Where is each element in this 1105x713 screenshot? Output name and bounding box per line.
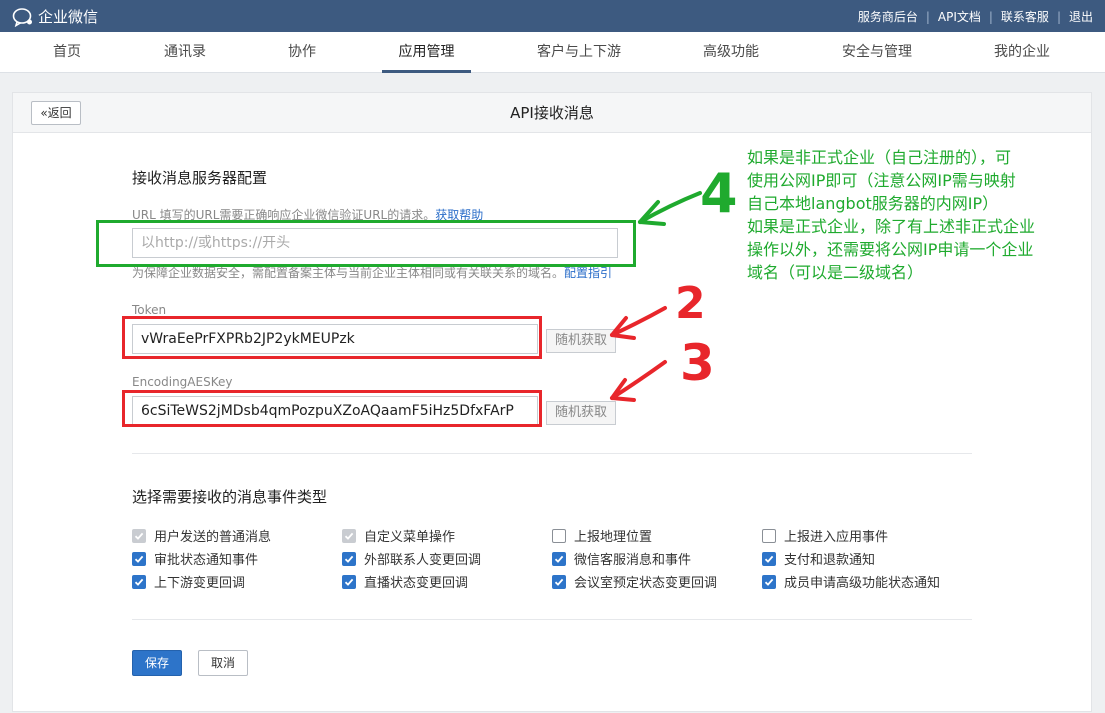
checkbox-checked-icon <box>342 528 356 543</box>
link-service-provider[interactable]: 服务商后台 <box>858 8 918 25</box>
checkbox-checked-icon[interactable] <box>132 551 146 566</box>
page-title: API接收消息 <box>510 104 594 122</box>
event-checkbox-label: 自定义菜单操作 <box>364 530 456 545</box>
note-line: 操作以外，还需要将公网IP申请一个企业 <box>747 240 1034 259</box>
note-line: 使用公网IP即可（注意公网IP需与映射 <box>747 171 1016 190</box>
note-line: 自己本地langbot服务器的内网IP） <box>747 194 999 213</box>
tab-customers[interactable]: 客户与上下游 <box>528 32 630 73</box>
event-checkbox-label: 支付和退款通知 <box>784 553 876 568</box>
event-checkbox-label: 用户发送的普通消息 <box>154 530 272 545</box>
token-random-button[interactable]: 随机获取 <box>546 329 616 353</box>
aes-key-label: EncodingAESKey <box>132 375 233 389</box>
event-checkbox-label: 上报进入应用事件 <box>784 530 889 545</box>
url-hint: URL 填写的URL需要正确响应企业微信验证URL的请求。获取帮助 <box>132 206 483 223</box>
tab-my-company[interactable]: 我的企业 <box>985 32 1059 73</box>
link-api-docs[interactable]: API文档 <box>938 8 981 25</box>
brand-name: 企业微信 <box>38 8 99 26</box>
checkbox-checked-icon[interactable] <box>342 574 356 589</box>
event-checkbox-item[interactable]: 上下游变更回调 <box>132 572 245 591</box>
double-chevron-left-icon: « <box>40 106 48 120</box>
event-checkbox-label: 微信客服消息和事件 <box>574 553 692 568</box>
top-bar: 企业微信 服务商后台 | API文档 | 联系客服 | 退出 <box>0 0 1105 32</box>
tab-home[interactable]: 首页 <box>42 32 92 73</box>
checkbox-checked-icon <box>132 528 146 543</box>
event-checkbox-label: 成员申请高级功能状态通知 <box>784 576 941 591</box>
separator: | <box>925 9 930 24</box>
tab-collaboration[interactable]: 协作 <box>280 32 324 73</box>
tab-advanced[interactable]: 高级功能 <box>694 32 768 73</box>
event-checkbox-item[interactable]: 上报地理位置 <box>552 526 652 545</box>
url-help-link[interactable]: 获取帮助 <box>435 208 483 222</box>
checkbox-checked-icon[interactable] <box>132 574 146 589</box>
back-button[interactable]: «返回 <box>31 101 81 125</box>
brand-logo[interactable]: 企业微信 <box>12 6 98 27</box>
server-config-title: 接收消息服务器配置 <box>132 169 268 187</box>
event-checkbox-item[interactable]: 直播状态变更回调 <box>342 572 468 591</box>
note-line: 如果是非正式企业（自己注册的），可 <box>747 148 1012 167</box>
event-checkbox-item[interactable]: 成员申请高级功能状态通知 <box>762 572 940 591</box>
token-input[interactable]: vWraEePrFXPRb2JP2ykMEUPzk <box>132 324 538 354</box>
save-button[interactable]: 保存 <box>132 650 182 676</box>
note-line: 如果是正式企业，除了有上述非正式企业 <box>747 217 1036 236</box>
checkbox-checked-icon[interactable] <box>342 551 356 566</box>
checkbox-checked-icon[interactable] <box>552 574 566 589</box>
checkbox-unchecked-icon[interactable] <box>552 528 566 543</box>
event-checkbox-item[interactable]: 上报进入应用事件 <box>762 526 888 545</box>
event-checkbox-label: 会议室预定状态变更回调 <box>574 576 718 591</box>
aes-random-button[interactable]: 随机获取 <box>546 401 616 425</box>
annotation-note: 如果是非正式企业（自己注册的），可 使用公网IP即可（注意公网IP需与映射 自己… <box>747 146 1087 284</box>
card-header: API接收消息 «返回 <box>13 93 1091 133</box>
checkbox-checked-icon[interactable] <box>552 551 566 566</box>
tab-app-management[interactable]: 应用管理 <box>382 32 471 73</box>
event-checkbox-label: 上报地理位置 <box>574 530 653 545</box>
tab-security[interactable]: 安全与管理 <box>832 32 922 73</box>
top-links: 服务商后台 | API文档 | 联系客服 | 退出 <box>858 8 1093 25</box>
link-logout[interactable]: 退出 <box>1069 8 1093 25</box>
divider <box>132 619 972 620</box>
wecom-logo-icon <box>12 7 32 27</box>
domain-hint-text: 为保障企业数据安全，需配置备案主体与当前企业主体相同或有关联关系的域名。 <box>132 266 565 280</box>
tab-contacts[interactable]: 通讯录 <box>155 32 215 73</box>
separator: | <box>1056 9 1061 24</box>
event-checkbox-item[interactable]: 会议室预定状态变更回调 <box>552 572 717 591</box>
token-label: Token <box>132 303 167 317</box>
url-hint-text: URL 填写的URL需要正确响应企业微信验证URL的请求。 <box>132 208 436 222</box>
url-input[interactable]: 以http://或https://开头 <box>132 228 618 258</box>
event-checkbox-label: 上下游变更回调 <box>154 576 246 591</box>
event-checkbox-item[interactable]: 审批状态通知事件 <box>132 549 258 568</box>
event-checkbox-label: 审批状态通知事件 <box>154 553 259 568</box>
event-checkbox-item[interactable]: 微信客服消息和事件 <box>552 549 691 568</box>
event-checkbox-label: 外部联系人变更回调 <box>364 553 482 568</box>
events-title: 选择需要接收的消息事件类型 <box>132 488 328 506</box>
separator: | <box>988 9 993 24</box>
checkbox-unchecked-icon[interactable] <box>762 528 776 543</box>
main-nav: 首页 通讯录 协作 应用管理 客户与上下游 高级功能 安全与管理 我的企业 <box>0 32 1105 73</box>
cancel-button[interactable]: 取消 <box>198 650 248 676</box>
checkbox-checked-icon[interactable] <box>762 551 776 566</box>
note-line: 域名（可以是二级域名） <box>747 263 924 282</box>
domain-guide-link[interactable]: 配置指引 <box>564 266 612 280</box>
event-checkbox-item[interactable]: 外部联系人变更回调 <box>342 549 481 568</box>
event-checkbox-item[interactable]: 支付和退款通知 <box>762 549 875 568</box>
divider <box>132 453 972 454</box>
link-contact-support[interactable]: 联系客服 <box>1001 8 1049 25</box>
checkbox-checked-icon[interactable] <box>762 574 776 589</box>
back-label: 返回 <box>47 106 72 120</box>
event-checkbox-label: 直播状态变更回调 <box>364 576 469 591</box>
aes-key-input[interactable]: 6cSiTeWS2jMDsb4qmPozpuXZoAQaamF5iHz5DfxF… <box>132 396 538 426</box>
event-checkbox-item: 用户发送的普通消息 <box>132 526 271 545</box>
domain-hint: 为保障企业数据安全，需配置备案主体与当前企业主体相同或有关联关系的域名。配置指引 <box>132 264 612 281</box>
event-checkbox-item: 自定义菜单操作 <box>342 526 455 545</box>
